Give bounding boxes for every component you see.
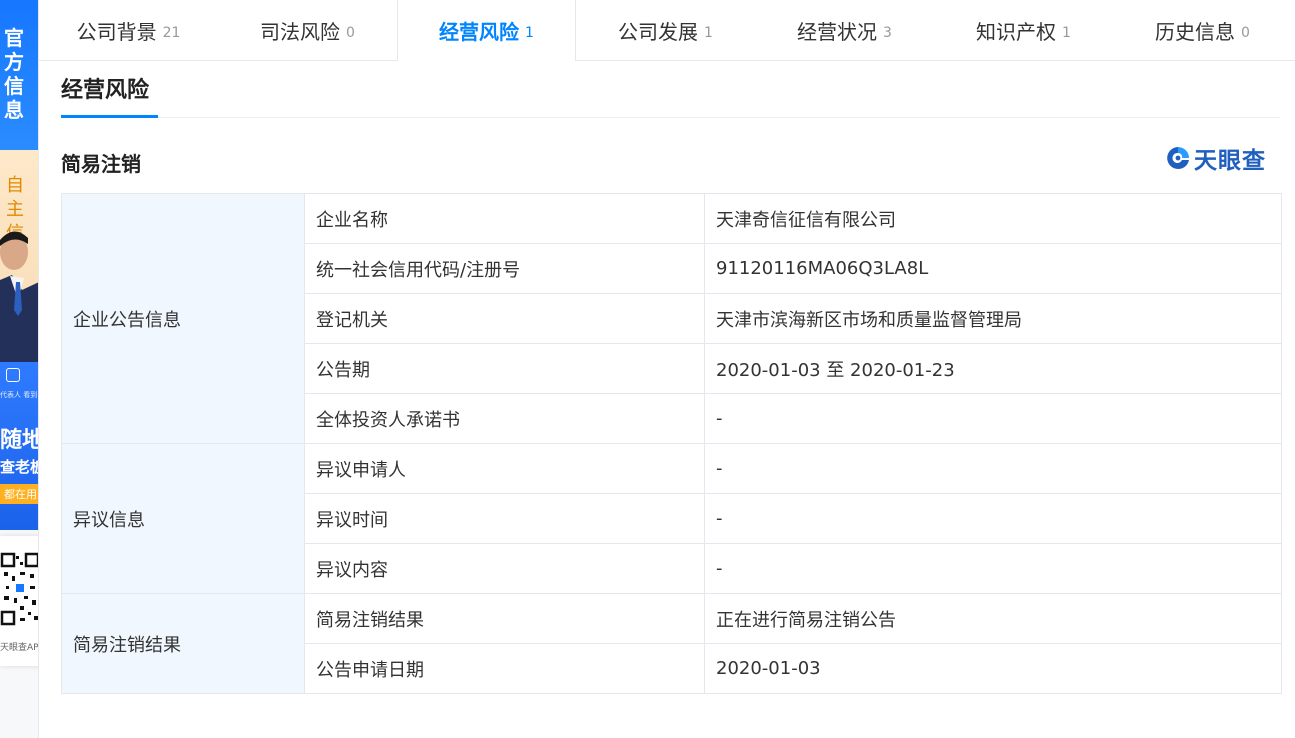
field-label: 简易注销结果 bbox=[304, 593, 705, 644]
field-label: 登记机关 bbox=[304, 293, 705, 344]
notice-apply-date-value: 2020-01-03 bbox=[704, 643, 1282, 694]
official-info-text: 官方信息 bbox=[4, 26, 24, 122]
objection-content-value: - bbox=[704, 543, 1282, 594]
field-label: 异议时间 bbox=[304, 493, 705, 544]
title-divider bbox=[61, 117, 1280, 118]
tab-count: 1 bbox=[704, 24, 713, 41]
official-info-banner[interactable]: 官方信息 bbox=[0, 0, 38, 150]
app-download-card[interactable]: 代表人 看到 随地 查老板 都在用 bbox=[0, 362, 38, 530]
tianyancha-logo-icon bbox=[1167, 147, 1189, 169]
app-small-text: 代表人 看到 bbox=[0, 391, 38, 399]
tab-operating-status[interactable]: 经营状况 3 bbox=[755, 0, 934, 61]
brand-text: 天眼查 bbox=[1194, 148, 1266, 174]
tab-count: 1 bbox=[1062, 24, 1071, 41]
qr-card: 天眼查APP bbox=[0, 536, 39, 666]
company-name-value: 天津奇信征信有限公司 bbox=[704, 193, 1282, 244]
spokesperson-banner[interactable]: 自主信 bbox=[0, 150, 38, 365]
tab-company-development[interactable]: 公司发展 1 bbox=[576, 0, 755, 61]
tab-label: 公司发展 bbox=[618, 20, 699, 44]
investor-commitment-value: - bbox=[704, 393, 1282, 444]
tab-operating-risk[interactable]: 经营风险 1 bbox=[397, 0, 576, 61]
authority-value: 天津市滨海新区市场和质量监督管理局 bbox=[704, 293, 1282, 344]
tab-label: 经营风险 bbox=[439, 20, 520, 44]
tab-company-background[interactable]: 公司背景 21 bbox=[39, 0, 218, 61]
tab-label: 司法风险 bbox=[260, 20, 341, 44]
side-promo: 官方信息 自主信 代表人 看到 随地 查老板 都在用 bbox=[0, 0, 39, 738]
field-label: 统一社会信用代码/注册号 bbox=[304, 243, 705, 294]
table-row: 异议信息 异议申请人 - bbox=[61, 443, 1282, 594]
tab-count: 21 bbox=[162, 24, 181, 41]
field-label: 全体投资人承诺书 bbox=[304, 393, 705, 444]
tab-label: 知识产权 bbox=[976, 20, 1057, 44]
qr-code-icon bbox=[0, 550, 38, 630]
table-row: 企业公告信息 企业名称 天津奇信征信有限公司 bbox=[61, 193, 1282, 444]
field-label: 企业名称 bbox=[304, 193, 705, 244]
cancel-result-value: 正在进行简易注销公告 bbox=[704, 593, 1282, 644]
subsection-title: 简易注销 bbox=[61, 152, 141, 176]
app-icon bbox=[6, 368, 20, 382]
field-label: 公告申请日期 bbox=[304, 643, 705, 694]
tab-history[interactable]: 历史信息 0 bbox=[1113, 0, 1292, 61]
field-label: 异议内容 bbox=[304, 543, 705, 594]
qr-label: 天眼查APP bbox=[0, 643, 39, 653]
objection-time-value: - bbox=[704, 493, 1282, 544]
app-line1: 随地 bbox=[0, 428, 38, 453]
table-row: 简易注销结果 简易注销结果 正在进行简易注销公告 bbox=[61, 593, 1282, 694]
field-label: 异议申请人 bbox=[304, 443, 705, 494]
tab-count: 0 bbox=[346, 24, 355, 41]
section-title: 经营风险 bbox=[61, 78, 150, 103]
app-button[interactable]: 都在用 bbox=[0, 484, 38, 504]
group-objection-info: 异议信息 bbox=[61, 443, 305, 594]
section-tabs: 公司背景 21 司法风险 0 经营风险 1 公司发展 1 经营状况 3 知识产权 1 历史信… bbox=[39, 0, 1295, 61]
simple-deregistration-table: 企业公告信息 企业名称 天津奇信征信有限公司 统一社会信用代码/注册号 9112… bbox=[61, 193, 1282, 694]
credit-code-value: 91120116MA06Q3LA8L bbox=[704, 243, 1282, 294]
tab-label: 历史信息 bbox=[1155, 20, 1236, 44]
app-line2: 查老板 bbox=[0, 458, 38, 476]
tab-count: 1 bbox=[525, 24, 534, 41]
group-deregistration-result: 简易注销结果 bbox=[61, 593, 305, 694]
page: 官方信息 自主信 代表人 看到 随地 查老板 都在用 bbox=[0, 0, 1295, 738]
notice-period-value: 2020-01-03 至 2020-01-23 bbox=[704, 343, 1282, 394]
tab-label: 经营状况 bbox=[797, 20, 878, 44]
tab-count: 0 bbox=[1241, 24, 1250, 41]
tab-count: 3 bbox=[883, 24, 892, 41]
tab-label: 公司背景 bbox=[76, 20, 157, 44]
spokesperson-image bbox=[0, 231, 38, 365]
tab-judicial-risk[interactable]: 司法风险 0 bbox=[218, 0, 397, 61]
objector-value: - bbox=[704, 443, 1282, 494]
group-notice-info: 企业公告信息 bbox=[61, 193, 305, 444]
field-label: 公告期 bbox=[304, 343, 705, 394]
title-underline bbox=[61, 115, 158, 118]
brand-logo[interactable]: 天眼查 bbox=[1165, 143, 1266, 174]
tab-intellectual-property[interactable]: 知识产权 1 bbox=[934, 0, 1113, 61]
